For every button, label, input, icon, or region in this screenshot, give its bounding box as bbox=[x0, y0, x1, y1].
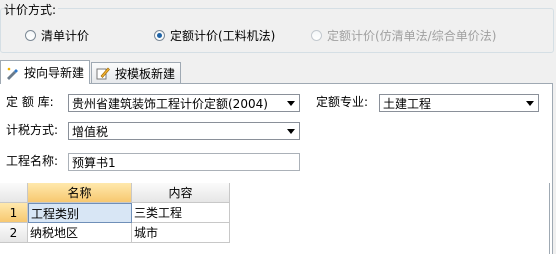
wizard-icon bbox=[7, 67, 18, 80]
quota-lib-select[interactable]: 贵州省建筑装饰工程计价定额(2004) bbox=[68, 94, 300, 112]
radio-label: 定额计价(工料机法) bbox=[170, 29, 276, 43]
pricing-method-title: 计价方式: bbox=[4, 1, 59, 18]
radio-quota-pricing[interactable]: 定额计价(工料机法) bbox=[154, 27, 275, 44]
grid-header-name[interactable]: 名称 bbox=[28, 183, 132, 203]
project-name-input[interactable]: 预算书1 bbox=[68, 153, 300, 171]
tax-method-label: 计税方式: bbox=[6, 123, 59, 137]
tab-label: 按模板新建 bbox=[115, 66, 176, 81]
tab-template-new[interactable]: 按模板新建 bbox=[91, 62, 181, 83]
table-cell-content[interactable]: 城市 bbox=[132, 223, 230, 243]
quota-major-select[interactable]: 土建工程 bbox=[379, 94, 539, 112]
row-number[interactable]: 2 bbox=[0, 223, 28, 243]
table-cell-name[interactable]: 工程类别 bbox=[28, 203, 132, 223]
chevron-down-icon[interactable] bbox=[287, 129, 295, 134]
quota-major-label: 定额专业: bbox=[316, 95, 369, 109]
template-icon bbox=[96, 67, 110, 80]
grid-right-border bbox=[549, 183, 550, 254]
table-cell-name[interactable]: 纳税地区 bbox=[28, 223, 132, 243]
table-cell-content[interactable]: 三类工程 bbox=[132, 203, 230, 223]
project-name-value: 预算书1 bbox=[72, 155, 116, 170]
radio-quota-bill-pricing[interactable]: 定额计价(仿清单法/综合单价法) bbox=[311, 27, 496, 44]
tax-method-select[interactable]: 增值税 bbox=[68, 122, 300, 140]
grid-corner bbox=[0, 183, 28, 203]
quota-major-value: 土建工程 bbox=[383, 96, 432, 111]
row-number[interactable]: 1 bbox=[0, 203, 28, 223]
chevron-down-icon[interactable] bbox=[287, 101, 295, 106]
radio-circle[interactable] bbox=[311, 30, 322, 41]
radio-list-pricing[interactable]: 清单计价 bbox=[25, 27, 89, 44]
radio-circle[interactable] bbox=[154, 30, 165, 41]
tax-method-value: 增值税 bbox=[72, 124, 109, 139]
radio-label: 定额计价(仿清单法/综合单价法) bbox=[327, 29, 497, 43]
quota-lib-value: 贵州省建筑装饰工程计价定额(2004) bbox=[72, 96, 268, 111]
chevron-down-icon[interactable] bbox=[526, 101, 534, 106]
tab-label: 按向导新建 bbox=[24, 66, 85, 80]
project-name-label: 工程名称: bbox=[6, 154, 59, 168]
tab-wizard-new[interactable]: 按向导新建 bbox=[0, 60, 90, 84]
grid-header-content[interactable]: 内容 bbox=[132, 183, 230, 203]
radio-label: 清单计价 bbox=[41, 29, 90, 43]
quota-lib-label: 定 额 库: bbox=[6, 95, 54, 109]
radio-circle[interactable] bbox=[25, 30, 36, 41]
